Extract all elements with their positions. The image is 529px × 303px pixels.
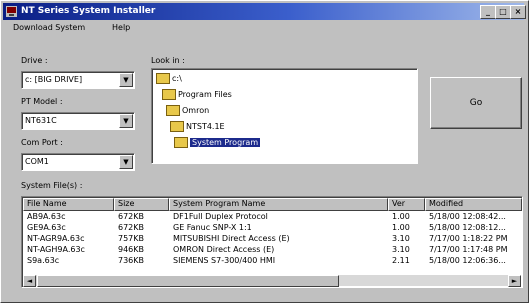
folder-item[interactable]: NTST4.1E [170, 121, 225, 133]
com-port-label: Com Port : [21, 138, 63, 147]
minimize-button[interactable]: _ [480, 5, 496, 19]
horizontal-scrollbar[interactable]: ◄ ► [23, 275, 521, 287]
folder-icon [166, 105, 180, 116]
system-files-label: System File(s) : [21, 181, 83, 190]
open-folder-icon [174, 137, 188, 148]
list-header: File Name Size System Program Name Ver M… [23, 198, 522, 211]
go-button[interactable]: Go [430, 77, 522, 129]
com-port-value: COM1 [25, 157, 49, 166]
pt-model-label: PT Model : [21, 97, 63, 106]
drive-select[interactable]: c: [BIG DRIVE] ▼ [21, 71, 135, 89]
maximize-button[interactable]: □ [495, 5, 511, 19]
chevron-down-icon[interactable]: ▼ [119, 114, 133, 128]
pt-model-select[interactable]: NT631C ▼ [21, 112, 135, 130]
folder-item-selected[interactable]: System Program [174, 137, 261, 149]
scroll-right-icon[interactable]: ► [508, 275, 521, 287]
pt-model-value: NT631C [25, 116, 57, 125]
column-file-name[interactable]: File Name [23, 198, 114, 211]
drive-value: c: [BIG DRIVE] [25, 75, 83, 84]
look-in-label: Look in : [151, 56, 185, 65]
menu-help[interactable]: Help [112, 23, 130, 32]
folder-icon [162, 89, 176, 100]
table-row[interactable]: NT-AGH9A.63c 946KB OMRON Direct Access (… [23, 245, 521, 256]
scroll-left-icon[interactable]: ◄ [23, 275, 36, 287]
scroll-thumb[interactable] [37, 275, 339, 287]
menu-download-system[interactable]: Download System [13, 23, 85, 32]
folder-tree[interactable]: c:\ Program Files Omron NTST4.1E System … [151, 68, 418, 164]
app-icon [6, 6, 17, 17]
close-button[interactable]: × [510, 5, 526, 19]
folder-icon [156, 73, 170, 84]
table-row[interactable]: AB9A.63c 672KB DF1Full Duplex Protocol 1… [23, 212, 521, 223]
com-port-select[interactable]: COM1 ▼ [21, 153, 135, 171]
column-program-name[interactable]: System Program Name [169, 198, 388, 211]
folder-item[interactable]: c:\ [156, 73, 182, 85]
column-size[interactable]: Size [114, 198, 169, 211]
drive-label: Drive : [21, 56, 48, 65]
window-title: NT Series System Installer [21, 6, 156, 16]
chevron-down-icon[interactable]: ▼ [119, 155, 133, 169]
folder-item[interactable]: Program Files [162, 89, 232, 101]
column-modified[interactable]: Modified [425, 198, 522, 211]
column-ver[interactable]: Ver [388, 198, 425, 211]
system-files-list[interactable]: File Name Size System Program Name Ver M… [21, 196, 523, 288]
table-row[interactable]: GE9A.63c 672KB GE Fanuc SNP-X 1:1 1.00 5… [23, 223, 521, 234]
chevron-down-icon[interactable]: ▼ [119, 73, 133, 87]
table-row[interactable]: NT-AGR9A.63c 757KB MITSUBISHI Direct Acc… [23, 234, 521, 245]
folder-icon [170, 121, 184, 132]
folder-item[interactable]: Omron [166, 105, 209, 117]
installer-window: NT Series System Installer _ □ × Downloa… [0, 0, 529, 303]
table-row[interactable]: S9a.63c 736KB SIEMENS S7-300/400 HMI 2.1… [23, 256, 521, 267]
title-bar[interactable]: NT Series System Installer _ □ × [3, 3, 526, 20]
